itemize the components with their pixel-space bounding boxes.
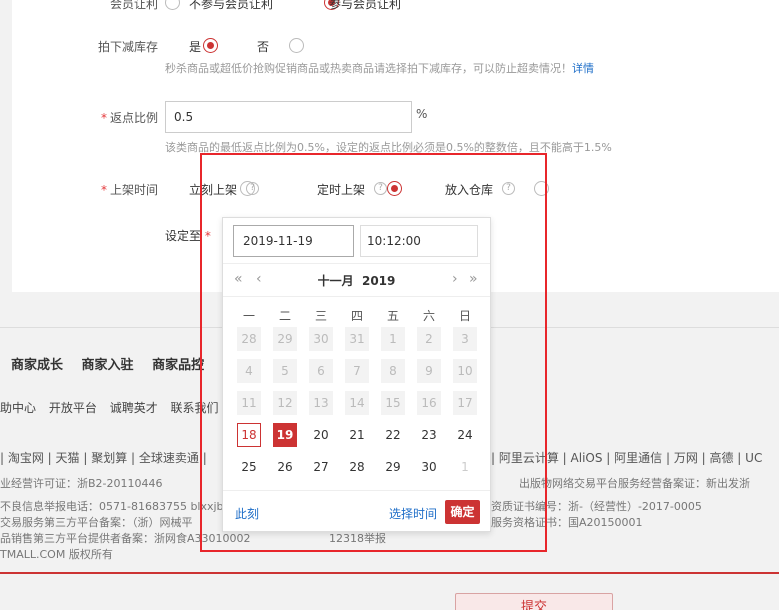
picker-title: 十一月 2019 — [223, 272, 490, 289]
day-cell: 14 — [345, 391, 369, 415]
day-cell: 1 — [381, 327, 405, 351]
day-cell: 3 — [453, 327, 477, 351]
day-cell: 2 — [417, 327, 441, 351]
footer-link-open[interactable]: 开放平台 — [49, 401, 97, 415]
date-picker: 2019-11-19 10:12:00 « ‹ 十一月 2019 › » 一二三… — [222, 217, 491, 532]
day-cell: 10 — [453, 359, 477, 383]
stock-no-label[interactable]: 否 — [257, 38, 269, 55]
day-cell[interactable]: 21 — [345, 423, 369, 447]
picker-divider — [223, 263, 490, 264]
footer-sites-left[interactable]: | 淘宝网 | 天猫 | 聚划算 | 全球速卖通 | — [0, 449, 207, 466]
day-cell[interactable]: 28 — [345, 455, 369, 479]
picker-divider — [223, 296, 490, 297]
stock-yes-radio[interactable] — [202, 38, 218, 53]
listing-label: * 上架时间 — [68, 181, 158, 198]
picker-title-year[interactable]: 2019 — [362, 274, 395, 288]
day-cell: 7 — [345, 359, 369, 383]
day-cell: 9 — [417, 359, 441, 383]
footer-license-1-right: 出版物网络交易平台服务经营备案证：新出发浙 — [519, 477, 750, 490]
day-cell: 4 — [237, 359, 261, 383]
day-cell[interactable]: 20 — [309, 423, 333, 447]
footer-nav: 商家成长 商家入驻 商家品控 — [11, 354, 218, 373]
day-cell: 12 — [273, 391, 297, 415]
rebate-input[interactable]: 0.5 — [165, 101, 412, 133]
member-rights-label: 会员让利 — [109, 0, 158, 11]
day-cell: 15 — [381, 391, 405, 415]
day-cell: 8 — [381, 359, 405, 383]
day-cell[interactable]: 23 — [417, 423, 441, 447]
day-cell: 6 — [309, 359, 333, 383]
weekday-header: 五 — [386, 309, 399, 323]
stock-hint-text: 秒杀商品或超低价抢购促销商品或热卖商品请选择拍下减库存，可以防止超卖情况！ — [165, 62, 572, 75]
day-cell: 31 — [345, 327, 369, 351]
now-link[interactable]: 此刻 — [235, 505, 259, 522]
day-cell: 16 — [417, 391, 441, 415]
submit-button[interactable]: 提交 — [455, 593, 613, 610]
footer-link-help[interactable]: 助中心 — [0, 401, 36, 415]
required-mark: * — [100, 111, 107, 125]
day-cell[interactable]: 25 — [237, 455, 261, 479]
weekday-header: 日 — [458, 309, 471, 323]
picker-ok-button[interactable]: 确定 — [445, 500, 480, 524]
day-cell-selected[interactable]: 19 — [273, 423, 297, 447]
day-cell[interactable]: 22 — [381, 423, 405, 447]
weekday-header: 四 — [350, 309, 363, 323]
day-cell: 13 — [309, 391, 333, 415]
day-cell[interactable]: 30 — [417, 455, 441, 479]
day-cell: 28 — [237, 327, 261, 351]
footer-nav-join[interactable]: 商家入驻 — [82, 358, 134, 373]
member-rights-option-1-label[interactable]: 参与会员让利 — [329, 0, 401, 12]
rebate-label: * 返点比例 — [68, 109, 158, 126]
rebate-unit: % — [416, 107, 428, 121]
picker-date-input[interactable]: 2019-11-19 — [233, 225, 354, 257]
weekday-header: 三 — [314, 309, 327, 323]
footer-red-line — [0, 572, 779, 574]
picker-title-month[interactable]: 十一月 — [318, 274, 354, 288]
set-to-label-text: 设定至 — [165, 229, 202, 243]
stock-yes-label[interactable]: 是 — [189, 38, 201, 55]
next-year-icon[interactable]: » — [469, 271, 478, 287]
footer-license-3: 交易服务第三方平台备案：（浙）网械平 — [0, 516, 193, 529]
footer-nav-growth[interactable]: 商家成长 — [11, 358, 63, 373]
footer-copyright: TMALL.COM 版权所有 — [0, 548, 113, 561]
weekday-header: 一 — [242, 309, 255, 323]
weekday-header: 六 — [422, 309, 435, 323]
stock-label: 拍下减库存 — [97, 40, 158, 54]
picker-divider — [223, 490, 490, 491]
listing-label-text: 上架时间 — [109, 183, 158, 197]
day-cell[interactable]: 26 — [273, 455, 297, 479]
day-cell: 30 — [309, 327, 333, 351]
footer-link-jobs[interactable]: 诚聘英才 — [110, 401, 158, 415]
stock-detail-link[interactable]: 详情 — [572, 62, 594, 75]
day-cell[interactable]: 29 — [381, 455, 405, 479]
required-mark: * — [100, 183, 107, 197]
day-cell: 29 — [273, 327, 297, 351]
day-cell: 17 — [453, 391, 477, 415]
day-cell: 5 — [273, 359, 297, 383]
weekday-header: 二 — [278, 309, 291, 323]
footer-license-2: 不良信息举报电话：0571-81683755 blxxjb — [0, 500, 224, 513]
member-rights-option-0-label[interactable]: 不参与会员让利 — [189, 0, 273, 12]
next-month-icon[interactable]: › — [452, 271, 458, 287]
day-cell[interactable]: 1 — [453, 455, 477, 479]
select-time-link[interactable]: 选择时间 — [389, 505, 437, 522]
picker-time-input[interactable]: 10:12:00 — [360, 225, 478, 257]
footer-nav-quality[interactable]: 商家品控 — [152, 358, 204, 373]
day-cell-today[interactable]: 18 — [237, 423, 261, 447]
stock-hint: 秒杀商品或超低价抢购促销商品或热卖商品请选择拍下减库存，可以防止超卖情况！详情 — [165, 60, 594, 76]
rebate-label-text: 返点比例 — [109, 111, 158, 125]
day-cell[interactable]: 27 — [309, 455, 333, 479]
day-cell: 11 — [237, 391, 261, 415]
day-cell[interactable]: 24 — [453, 423, 477, 447]
footer-license-1: 业经营许可证：浙B2-20110446 — [0, 477, 163, 490]
